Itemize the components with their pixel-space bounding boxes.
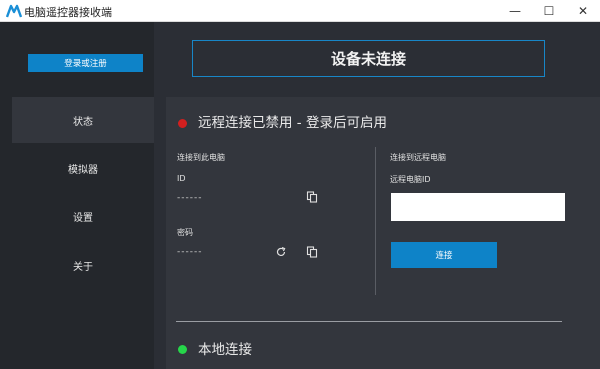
- remote-pc-section-label: 连接到远程电脑: [390, 153, 446, 162]
- local-status-indicator-icon: [178, 345, 187, 354]
- remote-status-text: 远程连接已禁用 - 登录后可启用: [198, 115, 387, 131]
- connect-button[interactable]: 连接: [391, 242, 497, 268]
- remote-id-input[interactable]: [391, 193, 565, 221]
- sidebar: 登录或注册 状态 模拟器 设置 关于: [0, 22, 154, 369]
- maximize-button[interactable]: ☐: [532, 0, 566, 22]
- password-label: 密码: [177, 228, 193, 237]
- remote-id-label: 远程电脑ID: [390, 175, 431, 184]
- main-content: 设备未连接 远程连接已禁用 - 登录后可启用 连接到此电脑 ID ------ …: [154, 22, 600, 369]
- sidebar-item-status[interactable]: 状态: [12, 97, 154, 143]
- app-logo-icon: [6, 4, 22, 18]
- password-value: ------: [177, 247, 203, 257]
- close-button[interactable]: ✕: [566, 0, 600, 22]
- copy-id-icon[interactable]: [306, 191, 318, 203]
- id-label: ID: [177, 174, 186, 183]
- id-value: ------: [177, 193, 203, 203]
- local-connection-title: 本地连接: [198, 342, 252, 358]
- minimize-button[interactable]: —: [498, 0, 532, 22]
- this-pc-section-label: 连接到此电脑: [177, 153, 225, 162]
- refresh-password-icon[interactable]: [275, 246, 287, 258]
- sidebar-item-simulator[interactable]: 模拟器: [12, 145, 154, 191]
- sidebar-item-settings[interactable]: 设置: [12, 193, 154, 239]
- login-register-button[interactable]: 登录或注册: [28, 54, 143, 72]
- copy-password-icon[interactable]: [306, 246, 318, 258]
- window-title: 电脑遥控器接收端: [24, 6, 112, 19]
- title-bar: 电脑遥控器接收端 — ☐ ✕: [0, 0, 600, 22]
- remote-status-indicator-icon: [178, 119, 187, 128]
- status-panel: 远程连接已禁用 - 登录后可启用 连接到此电脑 ID ------ 密码 ---…: [166, 97, 600, 369]
- horizontal-divider: [176, 321, 562, 322]
- sidebar-item-about[interactable]: 关于: [12, 242, 154, 288]
- connection-status-banner: 设备未连接: [192, 40, 545, 77]
- vertical-divider: [375, 147, 376, 295]
